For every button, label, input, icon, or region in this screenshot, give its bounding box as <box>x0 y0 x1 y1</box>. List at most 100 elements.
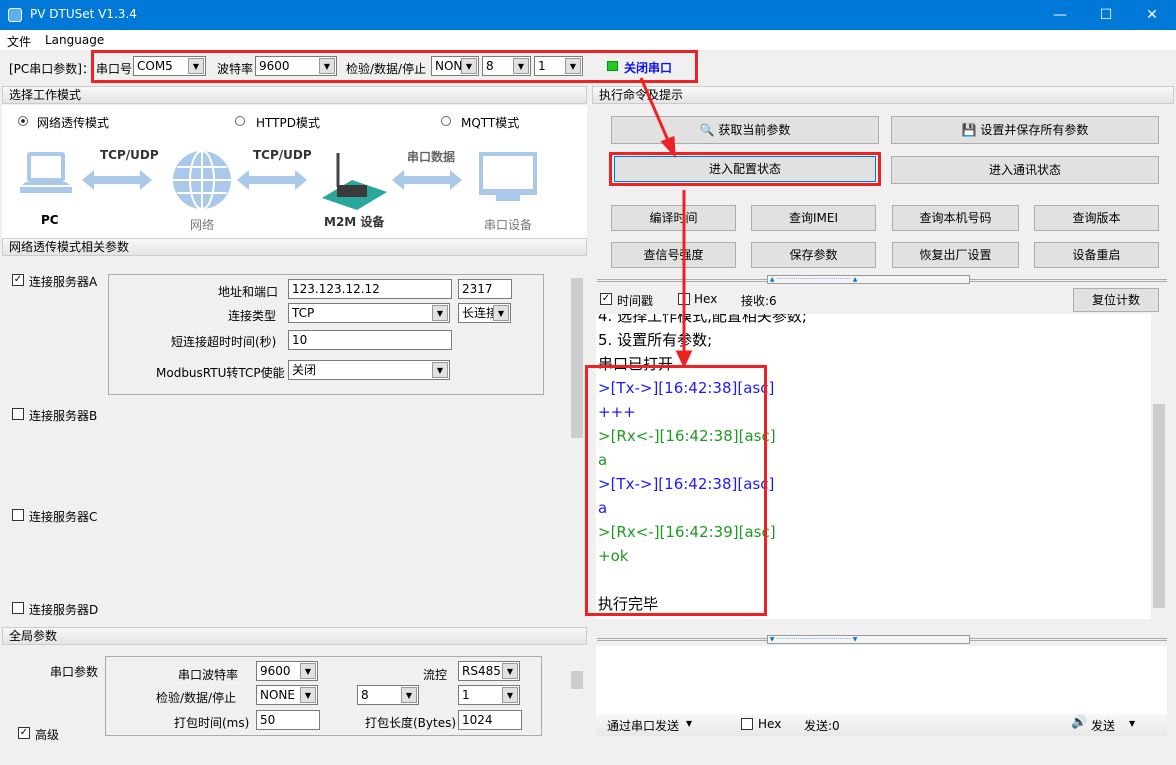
mode-panel: 网络透传模式 HTTPD模式 MQTT模式 TCP/UDP TCP/UDP 串口… <box>2 105 587 238</box>
global-panel: 串口参数 串口波特率 9600 ▼ 流控 RS485 ▼ 检验/数据/停止 NONE… <box>2 647 587 747</box>
log-scrollbar[interactable] <box>1151 314 1167 619</box>
chevron-down-icon: ▼ <box>432 305 448 321</box>
timeout-input[interactable]: 10 <box>288 330 452 350</box>
hex-send-label: Hex <box>758 717 782 731</box>
address-input[interactable]: 123.123.12.12 <box>288 279 452 299</box>
conn-type-select[interactable]: TCP ▼ <box>288 303 450 323</box>
scrollbar-thumb[interactable] <box>571 671 583 689</box>
save-all-label: 设置并保存所有参数 <box>980 123 1089 137</box>
floppy-icon: 💾 <box>961 123 981 137</box>
global-baud-value: 9600 <box>260 664 291 678</box>
log-line: 5. 设置所有参数; <box>598 331 713 349</box>
device-restart-button[interactable]: 设备重启 <box>1034 242 1159 268</box>
chevron-down-icon: ▼ <box>432 362 448 378</box>
factory-reset-button[interactable]: 恢复出厂设置 <box>892 242 1019 268</box>
chevron-down-icon: ▼ <box>300 687 316 703</box>
net-params-scrollbar[interactable] <box>569 264 585 614</box>
send-bar: 通过串口发送 ▼ Hex 发送:0 🔊 发送 ▼ <box>596 714 1167 736</box>
title-bar: PV DTUSet V1.3.4 — ☐ ✕ <box>0 0 1176 30</box>
pack-len-input[interactable]: 1024 <box>458 710 522 730</box>
hex-recv-checkbox[interactable] <box>678 293 690 305</box>
arrow-icon <box>392 170 462 190</box>
recv-count: 接收:6 <box>741 294 777 308</box>
scrollbar-thumb[interactable] <box>1153 404 1165 608</box>
global-parity-select[interactable]: NONE ▼ <box>256 685 318 705</box>
save-params-button[interactable]: 保存参数 <box>751 242 876 268</box>
app-icon <box>8 8 22 22</box>
chevron-down-icon: ▼ <box>686 719 693 728</box>
timestamp-checkbox[interactable]: ✓ <box>600 293 612 305</box>
server-c-label: 连接服务器C <box>29 510 98 524</box>
global-stopbits-value: 1 <box>462 688 470 702</box>
server-a-label: 连接服务器A <box>29 275 98 289</box>
global-baud-select[interactable]: 9600 ▼ <box>256 661 318 681</box>
splitter-handle[interactable]: ▼ ······································… <box>767 635 970 644</box>
pack-time-input[interactable]: 50 <box>256 710 320 730</box>
diagram-link2-label: TCP/UDP <box>253 148 312 162</box>
get-params-label: 获取当前参数 <box>718 123 791 137</box>
log-line: 4. 选择工作模式,配置相关参数; <box>598 314 807 325</box>
splitter-handle[interactable]: ▲ ······································… <box>767 275 970 284</box>
chevron-down-icon: ▼ <box>401 687 417 703</box>
server-d-checkbox[interactable] <box>12 602 24 614</box>
conn-mode-select[interactable]: 长连接 ▼ <box>458 303 511 323</box>
menu-file[interactable]: 文件 <box>7 33 31 50</box>
commands-header: 执行命令及提示 <box>592 86 1174 104</box>
search-doc-icon: 🔍 <box>699 123 719 137</box>
advanced-checkbox[interactable]: ✓ <box>18 727 30 739</box>
get-params-button[interactable]: 🔍 获取当前参数 <box>611 116 879 144</box>
save-all-button[interactable]: 💾 设置并保存所有参数 <box>891 116 1159 144</box>
net-params-header: 网络透传模式相关参数 <box>2 238 587 256</box>
hex-send-checkbox[interactable] <box>741 718 753 730</box>
flow-value: RS485 <box>462 664 501 678</box>
diagram-m2m-label: M2M 设备 <box>324 215 385 229</box>
arrow-icon <box>237 170 307 190</box>
hex-recv-label: Hex <box>694 292 718 306</box>
enter-comm-button[interactable]: 进入通讯状态 <box>891 156 1159 184</box>
port-input[interactable]: 2317 <box>458 279 512 299</box>
server-c-checkbox[interactable] <box>12 509 24 521</box>
scrollbar-thumb[interactable] <box>571 278 583 438</box>
conn-type-value: TCP <box>292 306 315 320</box>
server-d-label: 连接服务器D <box>29 603 99 617</box>
server-b-checkbox[interactable] <box>12 408 24 420</box>
send-button[interactable]: 发送 <box>1091 717 1115 734</box>
chevron-down-icon: ▼ <box>502 663 518 679</box>
global-baud-label: 串口波特率 <box>178 668 239 682</box>
global-databits-value: 8 <box>361 688 369 702</box>
modbus-value: 关闭 <box>292 363 317 377</box>
flow-select[interactable]: RS485 ▼ <box>458 661 520 681</box>
diagram-link1-label: TCP/UDP <box>100 148 159 162</box>
m2m-device-icon <box>322 153 387 210</box>
signal-strength-button[interactable]: 查信号强度 <box>611 242 736 268</box>
server-b-label: 连接服务器B <box>29 409 98 423</box>
diagram-pc-label: PC <box>41 213 59 227</box>
pack-len-label: 打包长度(Bytes) <box>365 716 457 730</box>
compile-time-button[interactable]: 编译时间 <box>611 205 736 231</box>
annotation-box-log <box>585 365 767 616</box>
modbus-select[interactable]: 关闭 ▼ <box>288 360 450 380</box>
minimize-button[interactable]: — <box>1037 0 1083 30</box>
diagram-serial-label: 串口设备 <box>484 218 533 232</box>
send-via-dropdown[interactable]: 通过串口发送 <box>607 717 679 734</box>
query-number-button[interactable]: 查询本机号码 <box>892 205 1019 231</box>
maximize-button[interactable]: ☐ <box>1083 0 1129 30</box>
query-version-button[interactable]: 查询版本 <box>1034 205 1159 231</box>
advanced-label: 高级 <box>35 728 60 742</box>
menu-language[interactable]: Language <box>45 33 104 47</box>
annotation-box-config <box>609 152 881 186</box>
close-button[interactable]: ✕ <box>1129 0 1175 30</box>
send-input[interactable] <box>596 646 1167 714</box>
query-imei-button[interactable]: 查询IMEI <box>751 205 876 231</box>
flow-label: 流控 <box>423 668 448 682</box>
sent-count: 发送:0 <box>804 719 840 733</box>
global-databits-select[interactable]: 8 ▼ <box>357 685 419 705</box>
global-stopbits-select[interactable]: 1 ▼ <box>458 685 520 705</box>
global-scrollbar[interactable] <box>569 651 585 739</box>
mode-header: 选择工作模式 <box>2 86 587 104</box>
reset-count-button[interactable]: 复位计数 <box>1073 288 1159 312</box>
menu-bar: 文件 Language <box>0 30 1176 50</box>
arrow-icon <box>82 170 152 190</box>
chevron-down-icon: ▼ <box>493 305 509 321</box>
server-a-checkbox[interactable]: ✓ <box>12 274 24 286</box>
